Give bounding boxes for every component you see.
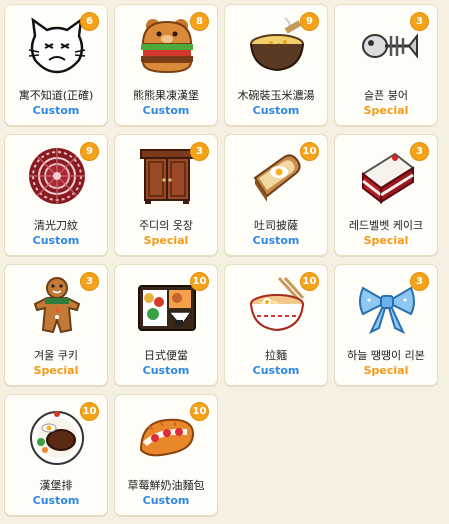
item-card[interactable]: 10 拉麵 Custom (224, 264, 328, 386)
item-type-label: Custom (142, 494, 190, 507)
item-card[interactable]: 3 주디의 옷장 Special (114, 134, 218, 256)
count-badge: 8 (190, 12, 209, 31)
item-name: 겨울 쿠키 (34, 349, 78, 362)
item-card[interactable]: 9 清光刀紋 Custom (4, 134, 108, 256)
item-name: 漢堡排 (39, 479, 73, 492)
item-name: 寓不知道(正確) (18, 89, 94, 102)
item-type-label: Special (143, 234, 189, 247)
item-name: 日式便當 (144, 349, 188, 362)
count-badge: 10 (190, 272, 209, 291)
count-badge: 3 (410, 142, 429, 161)
item-type-label: Custom (32, 104, 80, 117)
item-card[interactable]: 10 吐司披薩 Custom (224, 134, 328, 256)
item-card[interactable]: 3 겨울 쿠키 Special (4, 264, 108, 386)
item-card[interactable]: 9 木碗裝玉米濃湯 Custom (224, 4, 328, 126)
item-grid: 6 寓不知道(正確) Custom 8 熊熊果凍漢堡 Custom 9 木碗裝玉米濃湯 Cust… (0, 0, 449, 524)
item-name: 슬픈 붕어 (364, 89, 408, 102)
item-name: 하늘 땡땡이 리본 (347, 349, 425, 362)
item-name: 草莓鮮奶油麵包 (127, 479, 205, 492)
count-badge: 3 (190, 142, 209, 161)
count-badge: 3 (80, 272, 99, 291)
item-name: 레드벨벳 케이크 (348, 219, 424, 232)
item-type-label: Custom (32, 494, 80, 507)
count-badge: 9 (300, 12, 319, 31)
item-card[interactable]: 10 草莓鮮奶油麵包 Custom (114, 394, 218, 516)
count-badge: 3 (410, 272, 429, 291)
item-card[interactable]: 6 寓不知道(正確) Custom (4, 4, 108, 126)
item-name: 吐司披薩 (254, 219, 298, 232)
count-badge: 10 (300, 142, 319, 161)
item-type-label: Custom (252, 234, 300, 247)
item-card[interactable]: 10 日式便當 Custom (114, 264, 218, 386)
item-card[interactable]: 3 슬픈 붕어 Special (334, 4, 438, 126)
count-badge: 10 (190, 402, 209, 421)
item-type-label: Special (33, 364, 79, 377)
item-type-label: Custom (142, 364, 190, 377)
item-card[interactable]: 3 하늘 땡땡이 리본 Special (334, 264, 438, 386)
item-name: 清光刀紋 (34, 219, 78, 232)
item-type-label: Special (363, 364, 409, 377)
item-card[interactable]: 8 熊熊果凍漢堡 Custom (114, 4, 218, 126)
count-badge: 9 (80, 142, 99, 161)
item-type-label: Custom (142, 104, 190, 117)
count-badge: 10 (80, 402, 99, 421)
item-type-label: Custom (32, 234, 80, 247)
count-badge: 6 (80, 12, 99, 31)
count-badge: 3 (410, 12, 429, 31)
item-type-label: Special (363, 104, 409, 117)
item-type-label: Custom (252, 104, 300, 117)
item-name: 熊熊果凍漢堡 (133, 89, 199, 102)
item-type-label: Custom (252, 364, 300, 377)
count-badge: 10 (300, 272, 319, 291)
item-name: 拉麵 (265, 349, 287, 362)
item-card[interactable]: 10 漢堡排 Custom (4, 394, 108, 516)
item-card[interactable]: 3 레드벨벳 케이크 Special (334, 134, 438, 256)
item-name: 주디의 옷장 (138, 219, 194, 232)
item-name: 木碗裝玉米濃湯 (237, 89, 315, 102)
item-type-label: Special (363, 234, 409, 247)
